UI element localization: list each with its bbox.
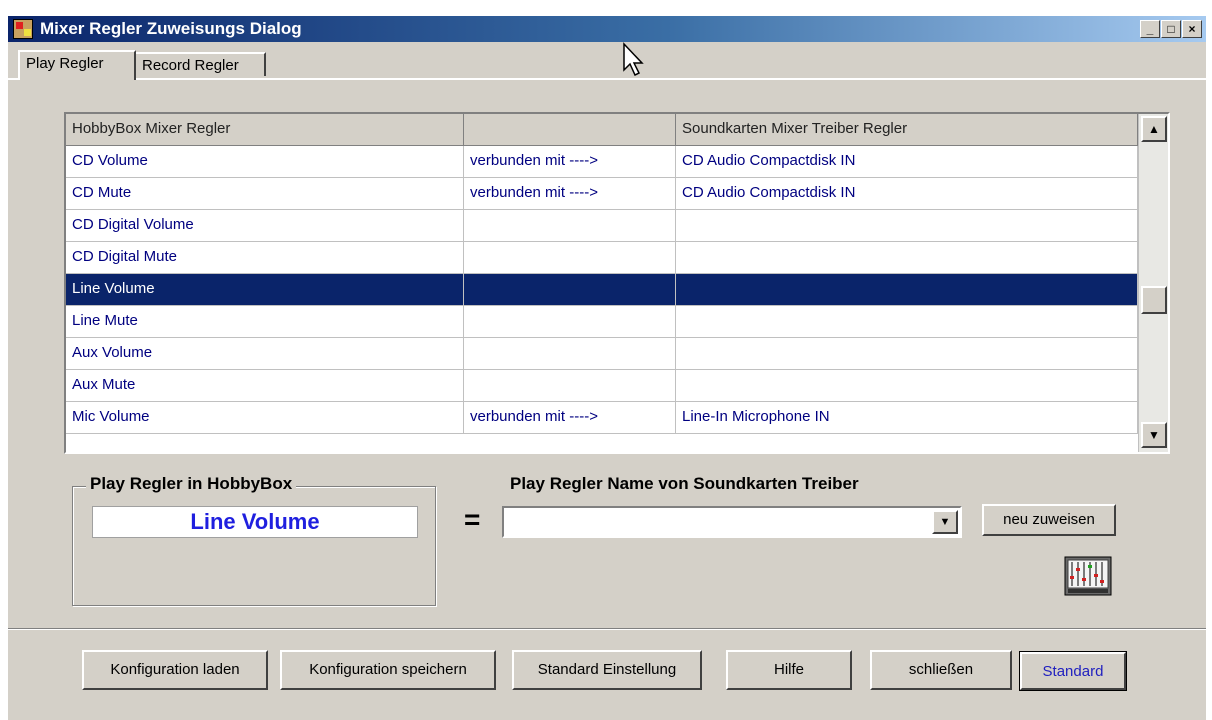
cell-regler: CD Volume xyxy=(66,146,464,177)
cell-link xyxy=(464,370,676,401)
konfiguration-speichern-button[interactable]: Konfiguration speichern xyxy=(280,650,496,690)
cell-link xyxy=(464,306,676,337)
table-row[interactable]: Mic Volume verbunden mit ----> Line-In M… xyxy=(66,402,1138,434)
button-separator xyxy=(8,628,1206,630)
close-window-button[interactable]: × xyxy=(1182,20,1202,38)
cell-link xyxy=(464,338,676,369)
grid-scrollbar[interactable]: ▲ ▼ xyxy=(1138,114,1168,452)
konfiguration-laden-button[interactable]: Konfiguration laden xyxy=(82,650,268,690)
cell-regler: Line Volume xyxy=(66,274,464,305)
table-row[interactable]: Line Mute xyxy=(66,306,1138,338)
table-row[interactable]: CD Mute verbunden mit ----> CD Audio Com… xyxy=(66,178,1138,210)
title-bar[interactable]: Mixer Regler Zuweisungs Dialog _ □ × xyxy=(8,16,1206,42)
equals-sign: = xyxy=(464,504,481,535)
table-row[interactable]: Aux Mute xyxy=(66,370,1138,402)
scroll-thumb[interactable] xyxy=(1141,286,1167,314)
schliessen-button[interactable]: schließen xyxy=(870,650,1012,690)
mixer-icon xyxy=(1064,556,1112,596)
table-row[interactable]: CD Digital Volume xyxy=(66,210,1138,242)
cell-regler: CD Mute xyxy=(66,178,464,209)
column-header-treiber[interactable]: Soundkarten Mixer Treiber Regler xyxy=(676,114,1138,146)
maximize-button[interactable]: □ xyxy=(1161,20,1181,38)
cell-regler: CD Digital Mute xyxy=(66,242,464,273)
standard-button[interactable]: Standard xyxy=(1019,651,1127,691)
hobbybox-regler-value: Line Volume xyxy=(92,506,418,538)
cell-treiber: CD Audio Compactdisk IN xyxy=(676,146,1138,177)
scroll-down-button[interactable]: ▼ xyxy=(1141,422,1167,448)
table-row[interactable]: CD Digital Mute xyxy=(66,242,1138,274)
cell-link: verbunden mit ----> xyxy=(464,178,676,209)
mouse-cursor-icon xyxy=(623,42,644,77)
cell-link: verbunden mit ----> xyxy=(464,146,676,177)
tab-play-regler[interactable]: Play Regler xyxy=(18,50,136,80)
table-row-selected[interactable]: Line Volume xyxy=(66,274,1138,306)
cell-treiber xyxy=(676,210,1138,241)
cell-link: verbunden mit ----> xyxy=(464,402,676,433)
cell-treiber: Line-In Microphone IN xyxy=(676,402,1138,433)
cell-treiber xyxy=(676,306,1138,337)
cell-regler: Line Mute xyxy=(66,306,464,337)
neu-zuweisen-button[interactable]: neu zuweisen xyxy=(982,504,1116,536)
table-row[interactable]: CD Volume verbunden mit ----> CD Audio C… xyxy=(66,146,1138,178)
tab-panel-border xyxy=(8,78,1206,80)
hobbybox-regler-group xyxy=(72,486,436,606)
cell-link xyxy=(464,242,676,273)
cell-regler: CD Digital Volume xyxy=(66,210,464,241)
column-header-hobbybox[interactable]: HobbyBox Mixer Regler xyxy=(66,114,464,146)
cell-regler: Mic Volume xyxy=(66,402,464,433)
cell-link xyxy=(464,274,676,305)
top-strip xyxy=(0,0,1212,14)
cell-link xyxy=(464,210,676,241)
soundkarte-regler-combo[interactable]: ▼ xyxy=(502,506,962,538)
cell-regler: Aux Volume xyxy=(66,338,464,369)
table-row[interactable]: Aux Volume xyxy=(66,338,1138,370)
tab-record-regler[interactable]: Record Regler xyxy=(134,52,266,76)
cell-treiber xyxy=(676,242,1138,273)
window-title: Mixer Regler Zuweisungs Dialog xyxy=(40,19,302,38)
cell-treiber xyxy=(676,274,1138,305)
column-header-link[interactable] xyxy=(464,114,676,146)
cell-regler: Aux Mute xyxy=(66,370,464,401)
soundkarte-regler-label: Play Regler Name von Soundkarten Treiber xyxy=(510,474,859,493)
minimize-button[interactable]: _ xyxy=(1140,20,1160,38)
hobbybox-regler-label: Play Regler in HobbyBox xyxy=(86,474,297,494)
dialog-window: Mixer Regler Zuweisungs Dialog _ □ × Rec… xyxy=(6,14,1206,720)
cell-treiber xyxy=(676,370,1138,401)
combo-dropdown-button[interactable]: ▼ xyxy=(932,510,958,534)
cell-treiber xyxy=(676,338,1138,369)
cell-treiber: CD Audio Compactdisk IN xyxy=(676,178,1138,209)
standard-einstellung-button[interactable]: Standard Einstellung xyxy=(512,650,702,690)
scroll-up-button[interactable]: ▲ xyxy=(1141,116,1167,142)
regler-grid[interactable]: HobbyBox Mixer Regler Soundkarten Mixer … xyxy=(64,112,1170,454)
hilfe-button[interactable]: Hilfe xyxy=(726,650,852,690)
app-icon xyxy=(13,19,33,39)
